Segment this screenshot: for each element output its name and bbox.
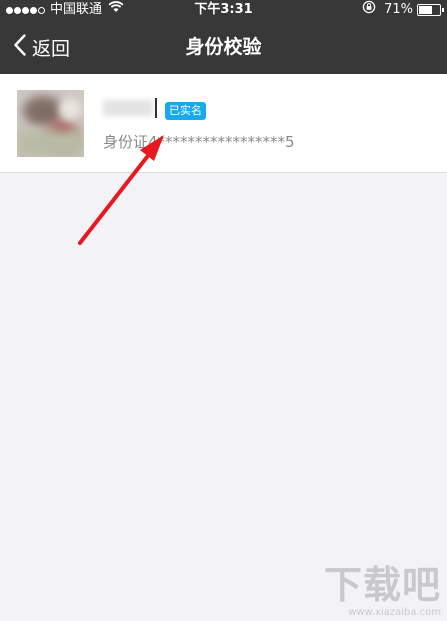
verified-badge: 已实名 [165,102,206,120]
page-title: 身份校验 [185,36,262,58]
status-right: 71% [362,0,444,21]
navigation-bar: 返回 身份校验 [0,20,447,74]
watermark-url: www.xiazaiba.com [348,607,441,618]
avatar [17,90,84,157]
battery-icon [417,4,444,16]
status-bar: 中国联通 下午3:31 71% [0,0,447,20]
watermark: 下载吧 www.xiazaiba.com [324,563,441,619]
battery-fill [419,6,432,14]
orientation-lock-icon [362,0,376,21]
identity-card[interactable]: 已实名 身份证4*****************5 [0,74,447,173]
id-card-number: 4*****************5 [148,133,295,151]
user-name-redacted [103,98,157,118]
battery-percent: 71% [384,2,413,17]
id-card-label: 身份证 [103,133,149,151]
id-card-row: 身份证4*****************5 [103,131,295,152]
watermark-logo: 下载吧 [323,563,441,607]
phone-screen: 中国联通 下午3:31 71% 返回 身份校验 已实名 身份证4********… [0,0,447,621]
battery-nub [442,8,444,12]
